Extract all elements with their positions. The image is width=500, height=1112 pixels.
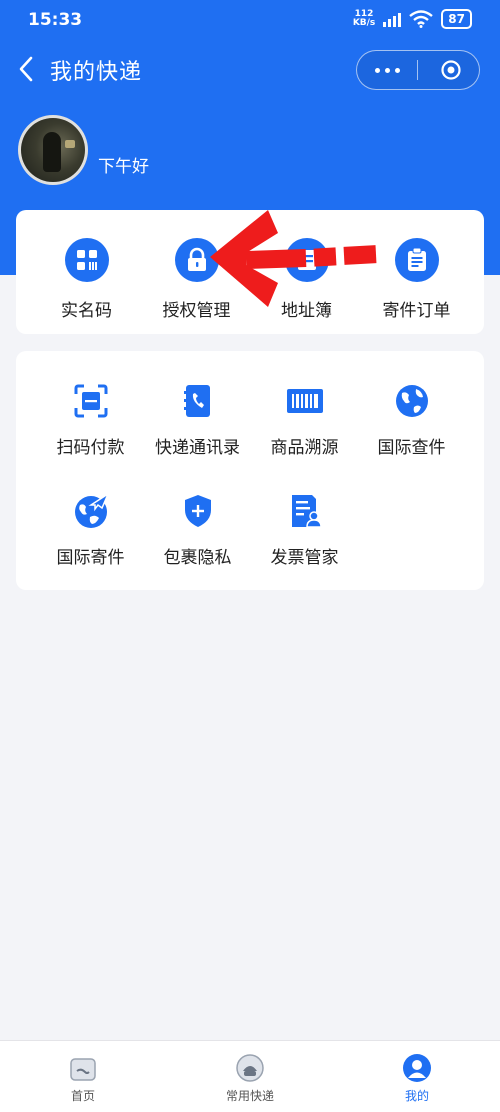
service-intl-tracking[interactable]: 国际查件 — [353, 381, 470, 458]
service-label: 快递通讯录 — [155, 438, 240, 458]
globe-plane-icon — [71, 491, 111, 531]
service-scan-pay[interactable]: 扫码付款 — [32, 381, 149, 458]
quick-action-real-name-code[interactable]: 实名码 — [28, 238, 145, 321]
status-bar: 15:33 112 KB/s 87 — [0, 0, 500, 44]
grid-qr-icon — [64, 238, 109, 282]
tab-label: 我的 — [404, 1089, 429, 1103]
tab-home[interactable]: 首页 — [0, 1041, 166, 1112]
close-target-icon[interactable] — [441, 60, 461, 80]
bottom-tab-bar: 首页 常用快递 我的 — [0, 1040, 500, 1112]
network-speed: 112 KB/s — [353, 10, 375, 28]
invoice-icon — [285, 491, 325, 531]
miniprogram-capsule — [356, 50, 480, 90]
service-invoice-manager[interactable]: 发票管家 — [246, 491, 363, 568]
scan-icon — [71, 381, 111, 421]
clipboard-icon — [394, 238, 439, 282]
service-label: 包裹隐私 — [163, 548, 232, 568]
status-indicators: 112 KB/s 87 — [353, 9, 472, 29]
service-label: 国际查件 — [377, 438, 446, 458]
service-label: 扫码付款 — [56, 438, 125, 458]
tab-common-couriers[interactable]: 常用快递 — [167, 1041, 333, 1112]
service-parcel-privacy[interactable]: 包裹隐私 — [139, 491, 256, 568]
home-box-icon — [68, 1053, 98, 1083]
signal-icon — [383, 11, 402, 27]
shield-icon — [178, 491, 218, 531]
barcode-icon — [285, 381, 325, 421]
globe-icon — [392, 381, 432, 421]
services-card: 扫码付款 快递通讯录 商品溯源 国际查件 国际寄件 包裹隐私 发票管家 — [16, 351, 484, 590]
red-arrow-annotation — [210, 210, 377, 307]
service-courier-contacts[interactable]: 快递通讯录 — [139, 381, 256, 458]
avatar[interactable] — [18, 115, 88, 185]
greeting-text: 下午好 — [98, 157, 149, 177]
service-intl-shipping[interactable]: 国际寄件 — [32, 491, 149, 568]
navigation-bar: 我的快递 — [0, 44, 500, 94]
service-label: 商品溯源 — [270, 438, 339, 458]
status-time: 15:33 — [28, 10, 83, 30]
tab-label: 常用快递 — [225, 1089, 274, 1103]
back-icon[interactable] — [12, 52, 42, 86]
courier-icon — [235, 1053, 265, 1083]
capsule-divider — [417, 60, 418, 80]
network-speed-unit: KB/s — [352, 18, 376, 28]
service-product-trace[interactable]: 商品溯源 — [246, 381, 363, 458]
profile-icon — [402, 1053, 432, 1083]
tab-mine[interactable]: 我的 — [334, 1041, 500, 1112]
wifi-icon — [409, 10, 434, 28]
phone-book-icon — [178, 381, 218, 421]
quick-action-label: 实名码 — [61, 301, 112, 321]
battery-indicator: 87 — [441, 9, 472, 29]
tab-label: 首页 — [70, 1089, 95, 1103]
service-label: 国际寄件 — [56, 548, 125, 568]
page-title: 我的快递 — [50, 60, 143, 85]
more-icon[interactable] — [375, 68, 400, 73]
service-label: 发票管家 — [270, 548, 339, 568]
